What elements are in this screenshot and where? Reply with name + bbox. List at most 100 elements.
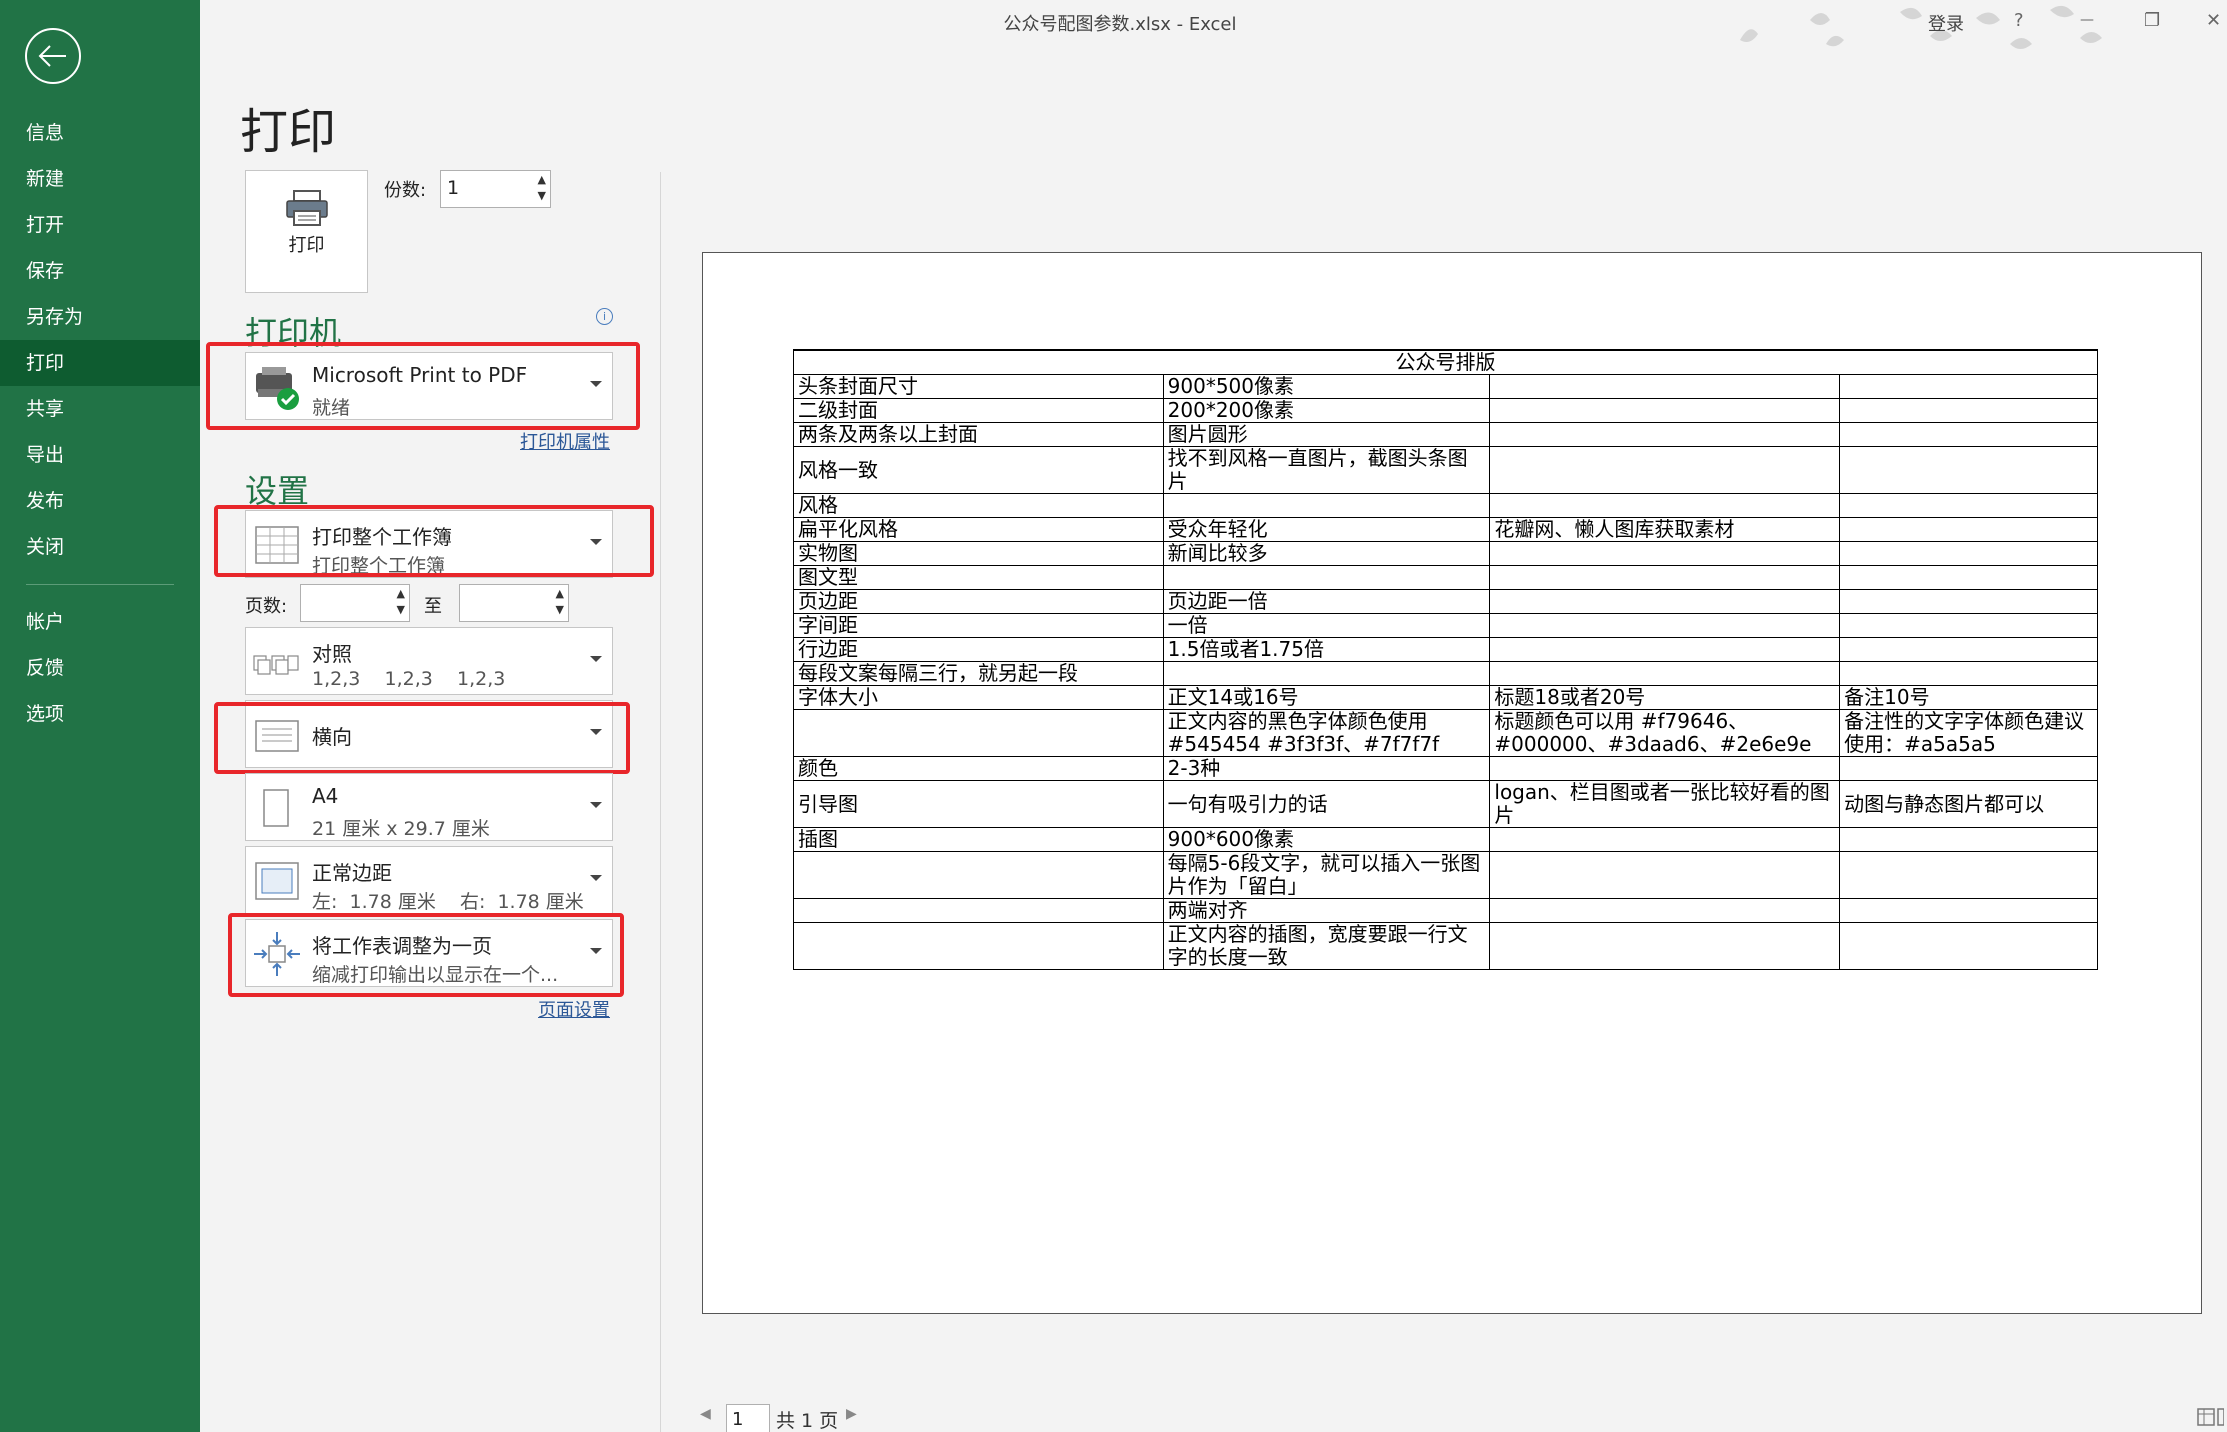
page-from-input[interactable]: ▲ ▼ xyxy=(300,584,410,622)
next-page-icon[interactable]: ▶ xyxy=(846,1406,857,1422)
table-cell: 页边距 xyxy=(793,589,1164,614)
prev-page-icon[interactable]: ◀ xyxy=(700,1406,711,1422)
nav-item[interactable]: 另存为 xyxy=(0,294,200,340)
nav-list: 信息 新建 打开 保存 另存为 打印 共享 导出 发布 关闭帐户 反馈 选项 xyxy=(0,110,200,737)
table-cell: 两端对齐 xyxy=(1162,898,1491,923)
nav-item[interactable]: 信息 xyxy=(0,110,200,156)
table-cell xyxy=(1489,613,1841,638)
table-row: 扁平化风格 受众年轻化 花瓣网、懒人图库获取素材 xyxy=(793,517,2098,542)
show-margins-icon[interactable] xyxy=(2196,1406,2225,1428)
paper-size-title: A4 xyxy=(312,784,339,808)
table-row: 字间距 一倍 xyxy=(793,613,2098,638)
nav-item[interactable]: 导出 xyxy=(0,432,200,478)
table-row: 风格 xyxy=(793,493,2098,518)
help-icon[interactable]: ? xyxy=(2014,10,2024,31)
printer-icon xyxy=(286,190,328,226)
nav-item[interactable]: 帐户 xyxy=(0,599,200,645)
back-arrow-icon xyxy=(38,45,66,67)
table-cell: 标题颜色可以用 #f79646、#000000、#3daad6、#2e6e9e xyxy=(1489,709,1841,757)
table-cell xyxy=(1489,756,1841,781)
spin-down-icon[interactable]: ▼ xyxy=(556,603,564,616)
info-icon[interactable]: i xyxy=(596,308,613,325)
margins-dropdown[interactable]: 正常边距 左: 1.78 厘米 右: 1.78 厘米 xyxy=(245,846,613,914)
table-row: 插图 900*600像素 xyxy=(793,827,2098,852)
table-cell xyxy=(1489,422,1841,447)
printer-properties-link[interactable]: 打印机属性 xyxy=(520,428,610,454)
table-cell: 扁平化风格 xyxy=(793,517,1164,542)
table-cell xyxy=(1489,827,1841,852)
spin-down-icon[interactable]: ▼ xyxy=(397,603,405,616)
table-cell: 字间距 xyxy=(793,613,1164,638)
table-cell: 一倍 xyxy=(1162,613,1491,638)
copies-input[interactable]: 1 ▲ ▼ xyxy=(440,170,551,208)
page-setup-link[interactable]: 页面设置 xyxy=(538,996,610,1022)
nav-item[interactable]: 发布 xyxy=(0,478,200,524)
table-cell xyxy=(1489,898,1841,923)
nav-item[interactable]: 共享 xyxy=(0,386,200,432)
table-cell: 字体大小 xyxy=(793,685,1164,710)
table-row: 字体大小 正文14或16号 标题18或者20号 备注10号 xyxy=(793,685,2098,710)
table-cell xyxy=(1839,422,2098,447)
nav-item[interactable]: 新建 xyxy=(0,156,200,202)
table-cell xyxy=(1839,613,2098,638)
highlight-printer xyxy=(206,342,640,430)
pages-to-label: 至 xyxy=(424,596,442,617)
margins-title: 正常边距 xyxy=(312,861,392,885)
table-cell: 备注性的文字字体颜色建议使用：#a5a5a5 xyxy=(1839,709,2098,757)
nav-item[interactable]: 反馈 xyxy=(0,645,200,691)
table-row: 行边距 1.5倍或者1.75倍 xyxy=(793,637,2098,662)
table-cell: 风格一致 xyxy=(793,446,1164,494)
paper-size-dropdown[interactable]: A4 21 厘米 x 29.7 厘米 xyxy=(245,773,613,841)
minimize-icon[interactable]: — xyxy=(2080,12,2094,28)
page-total: 共 1 页 xyxy=(776,1410,839,1432)
table-cell: 每隔5-6段文字，就可以插入一张图片作为「留白」 xyxy=(1162,851,1491,899)
view-toggles xyxy=(2196,1406,2225,1432)
table-cell xyxy=(1489,541,1841,566)
collate-dropdown[interactable]: 对照 1,2,3 1,2,3 1,2,3 xyxy=(245,627,613,695)
nav-item[interactable]: 打开 xyxy=(0,202,200,248)
table-cell xyxy=(1839,922,2098,970)
table-cell: 二级封面 xyxy=(793,398,1164,423)
table-row: 二级封面 200*200像素 xyxy=(793,398,2098,423)
table-cell: 一句有吸引力的话 xyxy=(1162,780,1491,828)
spin-up-icon[interactable]: ▲ xyxy=(397,587,405,600)
nav-item[interactable]: 选项 xyxy=(0,691,200,737)
print-button[interactable]: 打印 xyxy=(245,170,368,293)
table-row: 颜色 2-3种 xyxy=(793,756,2098,781)
copies-value: 1 xyxy=(447,177,460,199)
collate-sub: 1,2,3 1,2,3 1,2,3 xyxy=(312,668,506,690)
table-cell: 1.5倍或者1.75倍 xyxy=(1162,637,1491,662)
back-button[interactable] xyxy=(25,28,81,84)
close-icon[interactable]: ✕ xyxy=(2206,10,2221,31)
table-cell xyxy=(1839,661,2098,686)
chevron-down-icon xyxy=(590,875,602,881)
nav-item[interactable]: 打印 xyxy=(0,340,200,386)
table-cell xyxy=(793,922,1164,970)
spin-up-icon[interactable]: ▲ xyxy=(556,587,564,600)
margins-sub: 左: 1.78 厘米 右: 1.78 厘米 xyxy=(312,891,584,913)
table-cell xyxy=(1839,374,2098,399)
spin-down-icon[interactable]: ▼ xyxy=(538,189,546,202)
page-to-input[interactable]: ▲ ▼ xyxy=(459,584,569,622)
table-cell: 900*500像素 xyxy=(1162,374,1491,399)
spin-up-icon[interactable]: ▲ xyxy=(538,173,546,186)
restore-icon[interactable]: ❐ xyxy=(2144,10,2160,31)
table-row: 每隔5-6段文字，就可以插入一张图片作为「留白」 xyxy=(793,851,2098,899)
table-cell: 200*200像素 xyxy=(1162,398,1491,423)
title-bar: 公众号配图参数.xlsx - Excel 登录 ? — ❐ ✕ xyxy=(200,0,2227,49)
table-cell xyxy=(1839,541,2098,566)
nav-item[interactable]: 保存 xyxy=(0,248,200,294)
table-cell xyxy=(1162,661,1491,686)
login-link[interactable]: 登录 xyxy=(1928,10,1964,36)
table-row: 实物图 新闻比较多 xyxy=(793,541,2098,566)
table-row: 页边距 页边距一倍 xyxy=(793,589,2098,614)
nav-item[interactable]: 关闭 xyxy=(0,524,200,570)
table-cell: 新闻比较多 xyxy=(1162,541,1491,566)
table-cell: 头条封面尺寸 xyxy=(793,374,1164,399)
preview-table: 公众号排版 头条封面尺寸 900*500像素 二级封面 200*200像素 两条及两条以… xyxy=(793,349,2098,970)
table-cell xyxy=(793,898,1164,923)
table-cell xyxy=(1489,851,1841,899)
chevron-down-icon xyxy=(590,802,602,808)
page-number-input[interactable]: 1 xyxy=(726,1404,770,1432)
table-cell: 正文14或16号 xyxy=(1162,685,1491,710)
